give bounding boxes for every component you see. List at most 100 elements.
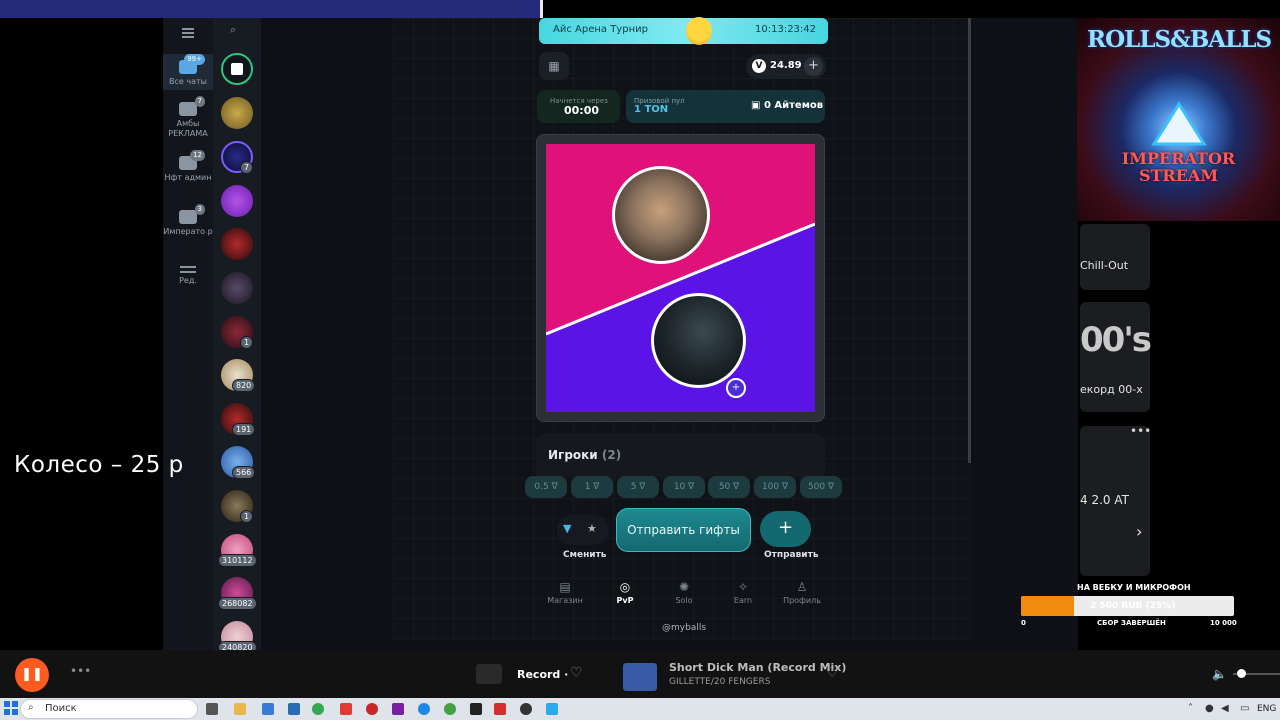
chat-avatar[interactable] xyxy=(221,53,253,85)
bet-chip-value: 10 xyxy=(673,482,686,492)
earn-icon: ✧ xyxy=(737,580,749,594)
folder-icon: 3 xyxy=(179,204,205,224)
chat-avatar[interactable] xyxy=(221,97,253,129)
add-icon[interactable]: + xyxy=(726,378,746,398)
ton-icon[interactable]: ▼ xyxy=(563,522,571,535)
start-value: 00:00 xyxy=(564,104,600,117)
network-icon[interactable]: ▭ xyxy=(1240,703,1249,714)
chat-avatar[interactable] xyxy=(221,272,253,304)
nav-shop[interactable]: ▤ Магазин xyxy=(535,580,595,605)
bet-chip[interactable]: 10 ∇ xyxy=(663,476,705,498)
app-icon[interactable] xyxy=(444,703,456,715)
volume-knob[interactable] xyxy=(1237,669,1246,678)
donation-goal-title: НА ВЕБКУ И МИКРОФОН xyxy=(1077,583,1191,592)
donation-goal-fill xyxy=(1021,596,1075,616)
folder-badge: 99+ xyxy=(184,54,205,65)
chevron-right-icon[interactable]: › xyxy=(1136,522,1142,541)
stream-logo-title: ROLLS&BALLS xyxy=(1087,26,1272,53)
players-label: Игроки xyxy=(548,448,598,462)
send-gifts-button[interactable]: Отправить гифты xyxy=(616,508,751,552)
mail-icon[interactable] xyxy=(288,703,300,715)
more-icon[interactable]: ••• xyxy=(1130,424,1151,438)
store-icon[interactable] xyxy=(262,703,274,715)
more-icon[interactable]: ••• xyxy=(70,664,91,678)
switch-label: Сменить xyxy=(563,550,607,560)
folder-amby[interactable]: 7 Амбы РЕКЛАМА xyxy=(163,96,213,142)
bet-chip[interactable]: 500 ∇ xyxy=(800,476,842,498)
chat-avatar[interactable] xyxy=(221,228,253,260)
search-icon[interactable]: ⌕ xyxy=(230,23,236,37)
chat-badge: 566 xyxy=(232,466,256,479)
archive-icon xyxy=(231,63,243,75)
duck-mascot xyxy=(686,17,712,45)
opera-icon[interactable] xyxy=(366,703,378,715)
playlist-title: екорд 00-х xyxy=(1080,383,1143,396)
chat-avatar[interactable] xyxy=(221,185,253,217)
star-icon[interactable]: ★ xyxy=(587,522,597,535)
tab-divider xyxy=(540,0,543,18)
yandex-icon[interactable] xyxy=(340,703,352,715)
scrollbar[interactable] xyxy=(968,18,971,463)
add-balance-button[interactable]: + xyxy=(804,57,823,76)
heart-icon[interactable]: ♡ xyxy=(826,665,839,681)
radio-cover xyxy=(476,664,502,684)
tray-chevron-icon[interactable]: ˄ xyxy=(1188,703,1193,714)
folder-edit[interactable]: Ред. xyxy=(163,266,213,296)
mic-icon[interactable]: ● xyxy=(1205,703,1214,714)
bet-chip[interactable]: 0.5 ∇ xyxy=(525,476,567,498)
nav-label: PvP xyxy=(616,596,634,605)
nav-pvp[interactable]: ◎ PvP xyxy=(595,580,655,605)
chrome-icon[interactable] xyxy=(312,703,324,715)
yandex-browser-icon[interactable] xyxy=(494,703,506,715)
send-plus-button[interactable]: + xyxy=(760,511,811,547)
folder-nft[interactable]: 12 Нфт админ xyxy=(163,150,213,196)
bet-chip-value: 50 xyxy=(718,482,731,492)
app-icon[interactable] xyxy=(418,703,430,715)
folder-badge: 12 xyxy=(190,150,205,161)
heart-icon[interactable]: ♡ xyxy=(570,665,583,681)
nav-earn[interactable]: ✧ Earn xyxy=(713,580,773,605)
bet-chip[interactable]: 50 ∇ xyxy=(708,476,750,498)
search-icon: ⌕ xyxy=(28,702,34,713)
volume-icon[interactable]: 🔈 xyxy=(1212,667,1227,681)
triangle-icon xyxy=(1151,101,1207,146)
folder-label: Амбы РЕКЛАМА xyxy=(168,119,208,138)
bet-chip[interactable]: 5 ∇ xyxy=(617,476,659,498)
playlist-card[interactable] xyxy=(1080,224,1150,290)
telegram-icon[interactable] xyxy=(546,703,558,715)
speaker-icon[interactable]: ◀ xyxy=(1221,703,1229,714)
nav-profile[interactable]: ♙ Профиль xyxy=(772,580,832,605)
pool-items: ▣ 0 Айтемов xyxy=(751,100,823,111)
bet-chip[interactable]: 1 ∇ xyxy=(571,476,613,498)
folder-all-chats[interactable]: 99+ Все чаты xyxy=(163,54,213,90)
bet-chip-value: 500 xyxy=(807,482,826,492)
nav-label: Solo xyxy=(675,596,693,605)
menu-icon[interactable] xyxy=(163,24,213,46)
windows-start-icon[interactable] xyxy=(4,701,18,715)
station-label[interactable]: Record · xyxy=(517,668,568,681)
gift-icon: ▣ xyxy=(751,100,764,111)
bet-chip[interactable]: 100 ∇ xyxy=(754,476,796,498)
track-artist[interactable]: GILLETTE/20 FENGERS xyxy=(669,677,770,687)
obs-icon[interactable] xyxy=(520,703,532,715)
folder-imperator[interactable]: 3 Императо р xyxy=(163,204,213,250)
pause-button[interactable]: ❚❚ xyxy=(15,658,49,692)
calendar-button[interactable]: ▦ xyxy=(539,52,569,80)
donation-goal-max: 10 000 xyxy=(1210,619,1237,627)
track-title[interactable]: Short Dick Man (Record Mix) xyxy=(669,661,846,674)
player-avatar-1[interactable] xyxy=(612,166,710,264)
stream-logo-title-text: ROLLS&BALLS xyxy=(1087,26,1272,53)
app-icon[interactable] xyxy=(392,703,404,715)
bet-chip-value: 0.5 xyxy=(534,482,549,492)
chat-badge: 310112 xyxy=(218,554,257,567)
task-view-icon[interactable] xyxy=(206,703,218,715)
language-indicator[interactable]: ENG xyxy=(1257,704,1276,714)
file-explorer-icon[interactable] xyxy=(234,703,246,715)
chat-badge: 1 xyxy=(240,336,254,349)
players-heading: Игроки (2) xyxy=(548,448,621,462)
player-avatar-2[interactable] xyxy=(651,293,746,388)
app-icon[interactable] xyxy=(470,703,482,715)
donation-goal-value: 2 500 RUB (25%) xyxy=(1090,601,1176,611)
send-label: Отправить xyxy=(764,550,819,560)
nav-solo[interactable]: ✺ Solo xyxy=(654,580,714,605)
